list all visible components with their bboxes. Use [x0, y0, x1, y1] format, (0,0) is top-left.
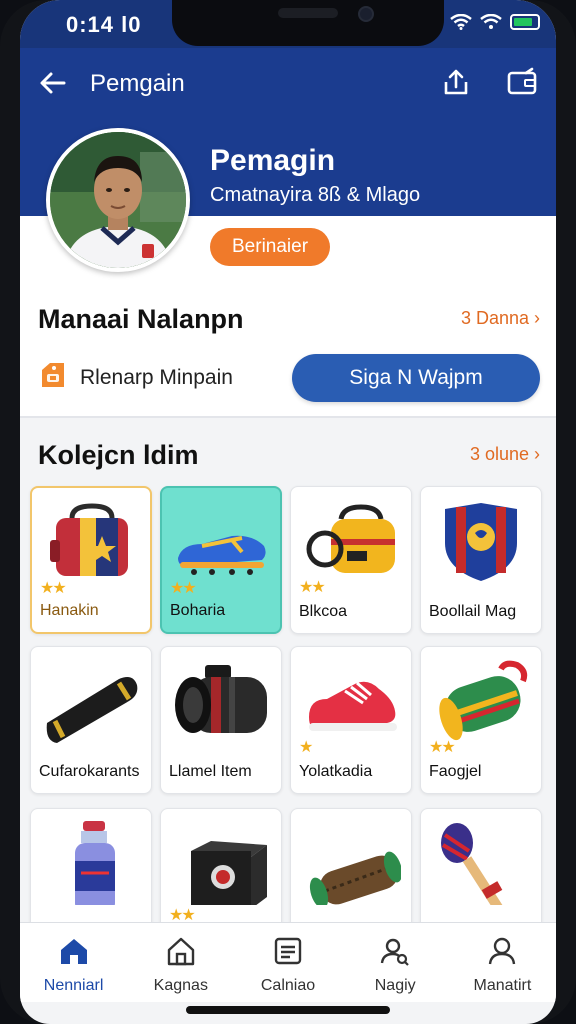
item-card-boots[interactable]: ★★ Boharia	[160, 486, 282, 634]
avatar[interactable]	[46, 128, 190, 272]
nav-item-profile[interactable]: Manatirt	[449, 923, 556, 1002]
collection-see-all-link[interactable]: 3 olune ›	[470, 444, 540, 465]
ball-case-image	[306, 504, 395, 573]
collection-section-title: Kolejcn ldim	[38, 440, 199, 470]
storage-box-image	[191, 841, 267, 905]
nav-item-store[interactable]: Kagnas	[127, 923, 234, 1002]
item-label: Cufarokarants	[39, 763, 140, 780]
wifi-icon-secondary	[480, 14, 502, 29]
nav-label: Kagnas	[153, 977, 208, 994]
nav-label: Nagiy	[374, 977, 416, 994]
profile-name: Pemagin	[210, 144, 336, 177]
manage-see-all-link[interactable]: 3 Danna ›	[461, 308, 540, 329]
item-card-case[interactable]: ★★ Blkcoa	[290, 486, 412, 634]
item-label: Blkcoa	[299, 603, 348, 620]
shin-pad-image	[46, 677, 138, 743]
list-box-icon	[274, 937, 302, 965]
club-shield-image	[445, 503, 517, 581]
player-photo	[50, 132, 186, 268]
nav-label: Nenniarl	[43, 977, 104, 994]
sneaker-image	[309, 681, 397, 731]
role-badge[interactable]: Berinaier	[210, 228, 331, 266]
item-label: Llamel Item	[169, 763, 252, 780]
football-boot-image	[178, 535, 266, 575]
user-icon	[489, 937, 516, 965]
page-title: Pemgain	[90, 70, 185, 97]
home-indicator[interactable]	[186, 1006, 390, 1014]
item-card-sneaker[interactable]: ★ Yolatkadia	[290, 646, 412, 794]
item-card-mat[interactable]: ★★ Faogjel	[420, 646, 542, 794]
house-outline-icon	[167, 937, 194, 966]
share-icon[interactable]	[440, 66, 472, 98]
rating-stars: ★★	[299, 579, 326, 596]
yoga-mat-image	[309, 851, 401, 905]
item-card-lens[interactable]: Llamel Item	[160, 646, 282, 794]
bottom-navigation: Nenniarl Kagnas Calniao Nagiy Manatirt	[20, 922, 556, 1002]
water-bottle-image	[75, 821, 115, 905]
sports-bag-image	[50, 503, 128, 576]
home-icon	[60, 939, 87, 964]
nav-label: Calniao	[260, 977, 316, 994]
front-camera	[358, 6, 374, 22]
section-divider	[20, 416, 556, 418]
profile-subtitle: Cmatnayira 8ß & Mlago	[210, 184, 421, 206]
rating-stars: ★★	[170, 580, 197, 597]
rating-stars: ★	[299, 739, 313, 756]
manage-action-button[interactable]: Siga N Wajpm	[292, 354, 540, 402]
item-label: Hanakin	[40, 602, 99, 619]
item-card-bag[interactable]: ★★ Hanakin	[30, 486, 152, 634]
item-label: Boharia	[170, 602, 226, 619]
rolled-mat-image	[439, 660, 528, 741]
nav-item-calendar[interactable]: Calniao	[234, 923, 341, 1002]
item-label: Faogjel	[429, 763, 482, 780]
wallet-icon[interactable]	[506, 66, 538, 98]
camera-lens-image	[175, 665, 267, 733]
item-card-shield[interactable]: Boollail Mag	[420, 486, 542, 634]
item-label: Boollail Mag	[429, 603, 517, 620]
manage-description: Rlenarp Minpain	[80, 366, 233, 389]
nav-item-home[interactable]: Nenniarl	[20, 923, 127, 1002]
item-label: Yolatkadia	[299, 763, 373, 780]
camera-notch	[172, 0, 444, 46]
manage-section-title: Manaai Nalanpn	[38, 304, 244, 334]
nav-label: Manatirt	[473, 977, 532, 994]
phone-frame: 0:14 l0 Pemgain Pemagin Cmatnayira 8ß & …	[0, 0, 576, 1024]
rating-stars: ★★	[40, 580, 67, 597]
battery-icon	[510, 14, 540, 30]
nav-item-friends[interactable]: Nagiy	[342, 923, 449, 1002]
item-card-shin-pad[interactable]: Cufarokarants	[30, 646, 152, 794]
status-time: 0:14 l0	[66, 12, 142, 37]
app-screen: 0:14 l0 Pemgain Pemagin Cmatnayira 8ß & …	[20, 0, 556, 1024]
back-arrow-icon[interactable]	[38, 68, 68, 98]
rating-stars: ★★	[429, 739, 456, 756]
bat-image	[441, 823, 503, 905]
wifi-icon	[450, 14, 472, 30]
user-search-icon	[381, 938, 409, 966]
speaker-grille	[278, 8, 338, 18]
price-tag-icon	[42, 363, 64, 387]
